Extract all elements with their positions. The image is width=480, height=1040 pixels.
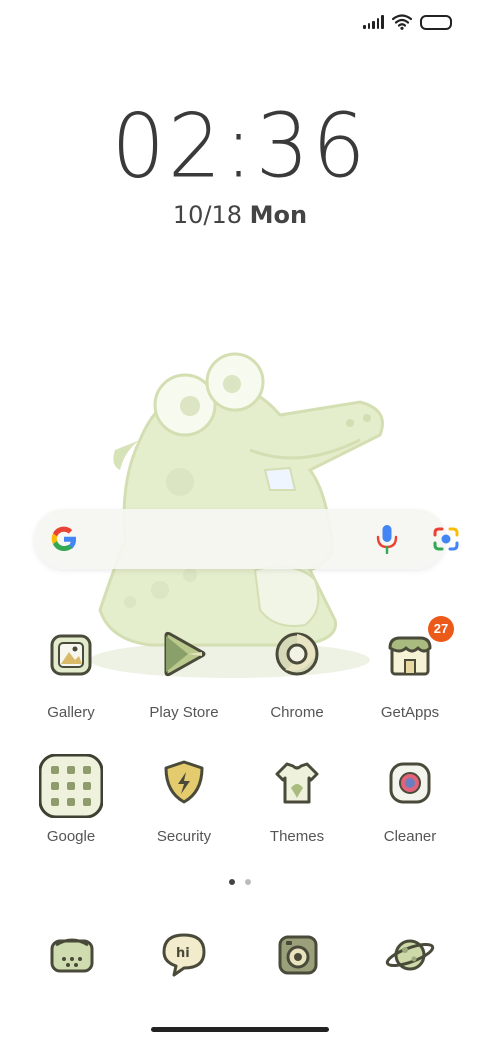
app-play-store[interactable]: Play Store <box>129 630 239 721</box>
app-chrome[interactable]: Chrome <box>242 630 352 721</box>
phone-icon[interactable] <box>40 925 104 989</box>
page-indicator[interactable] <box>0 879 480 885</box>
microphone-icon[interactable] <box>375 524 399 554</box>
app-security[interactable]: Security <box>129 754 239 845</box>
security-icon <box>164 760 204 804</box>
themes-icon <box>275 762 319 804</box>
google-folder-icon <box>38 753 104 819</box>
app-label: Gallery <box>47 704 95 721</box>
signal-icon <box>363 15 384 29</box>
home-indicator[interactable] <box>151 1027 329 1032</box>
google-g-icon <box>51 526 77 552</box>
app-label: Play Store <box>149 704 219 721</box>
camera-icon[interactable] <box>266 925 330 989</box>
svg-text:hi: hi <box>176 946 190 961</box>
battery-icon <box>420 14 452 30</box>
wifi-icon <box>392 14 412 30</box>
app-cleaner[interactable]: Cleaner <box>355 754 465 845</box>
app-label: Google <box>46 828 96 845</box>
page-dot-active <box>229 879 235 885</box>
chrome-icon <box>275 632 319 676</box>
notification-badge: 27 <box>428 616 454 642</box>
app-label: GetApps <box>380 704 440 721</box>
google-lens-icon[interactable] <box>432 526 460 552</box>
app-themes[interactable]: Themes <box>242 754 352 845</box>
cleaner-icon <box>389 762 431 804</box>
app-label: Cleaner <box>383 828 437 845</box>
page-dot <box>245 879 251 885</box>
browser-planet-icon[interactable] <box>378 925 442 989</box>
google-search-bar[interactable] <box>34 509 459 569</box>
app-label: Chrome <box>270 704 324 721</box>
play-store-icon <box>164 631 206 677</box>
app-getapps[interactable]: 27 GetApps <box>355 616 465 721</box>
clock-date[interactable]: 10/18 Mon <box>0 201 480 229</box>
date-day: Mon <box>249 201 308 229</box>
app-gallery[interactable]: Gallery <box>16 630 126 721</box>
gallery-icon <box>50 634 92 676</box>
getapps-icon <box>388 636 432 676</box>
app-label: Security <box>156 828 212 845</box>
date-value: 10/18 <box>172 201 243 229</box>
app-google-folder[interactable]: Google <box>16 753 126 845</box>
messaging-icon[interactable]: hi <box>152 925 216 989</box>
home-screen: 02:36 10/18 Mon Gallery Play Store Chrom… <box>0 0 480 1040</box>
clock-time[interactable]: 02:36 <box>0 102 480 190</box>
app-label: Themes <box>269 828 325 845</box>
status-bar <box>363 10 452 34</box>
